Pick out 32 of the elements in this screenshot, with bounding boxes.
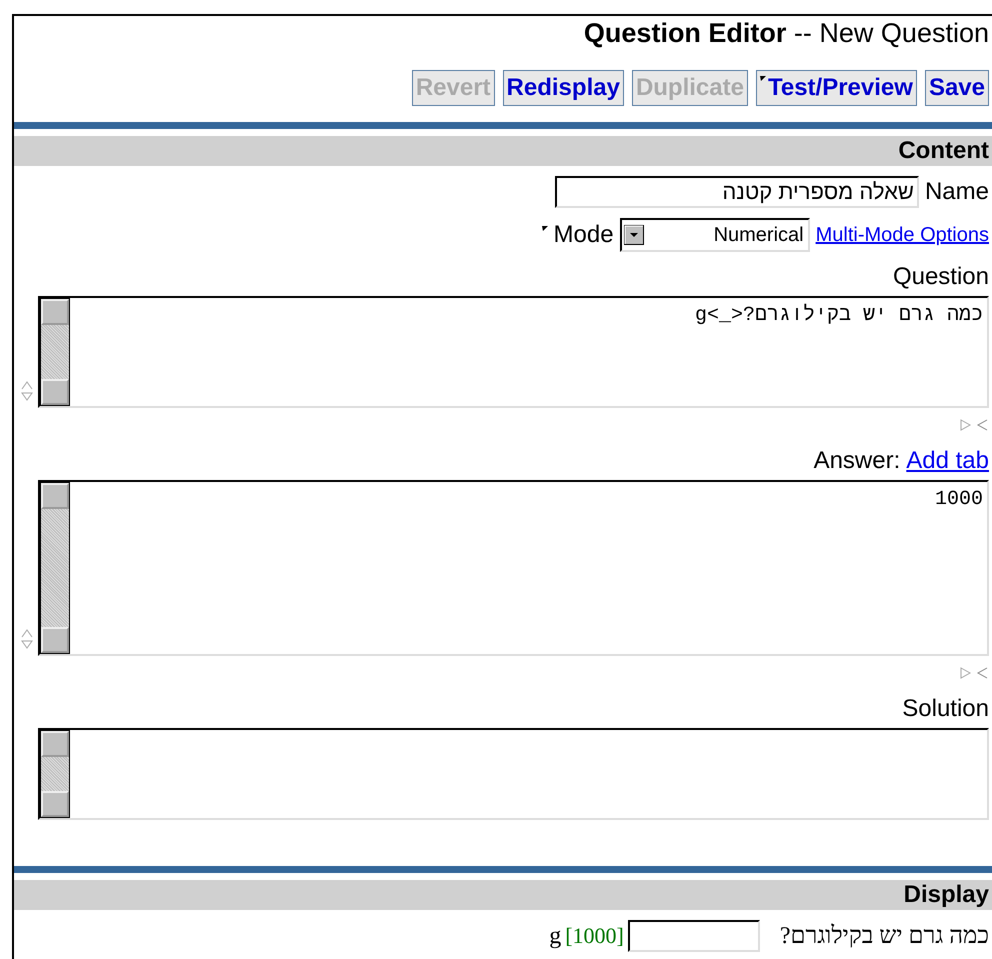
field-label: Solution	[902, 695, 989, 723]
editor-text: 1000	[934, 487, 984, 513]
answer-text: [1000]	[565, 923, 624, 949]
editor-text: כמה גרם יש בקילוגרם?<_>g	[694, 302, 984, 329]
corner-mark-icon	[760, 76, 766, 81]
unit-text: g	[549, 922, 562, 950]
name-field[interactable]: שאלה מספרית קטנה	[554, 176, 919, 208]
scrollbar[interactable]	[40, 730, 70, 818]
mode-dropdown[interactable]: Numerical	[620, 218, 810, 252]
arrows-icon	[959, 666, 989, 680]
corner-mark-icon	[542, 226, 548, 231]
question-text: כמה גרם יש בקילוגרם?	[780, 922, 989, 950]
scrollbar[interactable]	[40, 482, 70, 654]
text-editor[interactable]: 1000	[38, 480, 989, 656]
multi-mode-options-link[interactable]: Multi-Mode Options	[816, 224, 989, 246]
field-label: Answer:	[814, 447, 900, 475]
field-label: Question	[892, 263, 989, 291]
scrollbar[interactable]	[40, 298, 70, 406]
text-editor[interactable]: כמה גרם יש בקילוגרם?<_>g	[38, 296, 989, 408]
dropdown-arrow-icon	[624, 225, 644, 245]
section-header: Content	[14, 136, 992, 166]
text-editor[interactable]	[38, 728, 989, 820]
page-title: Question Editor -- New Question	[582, 17, 989, 50]
answer-field[interactable]	[628, 920, 760, 952]
toolbar-button[interactable]: Test/Preview	[756, 70, 917, 106]
add-tab-link[interactable]: Add tab	[906, 447, 989, 475]
toolbar-button[interactable]: Save	[924, 70, 989, 106]
field-label: Name	[924, 178, 989, 206]
section-header: Display	[14, 880, 992, 910]
toolbar-button[interactable]: Redisplay	[502, 70, 624, 106]
field-label: Mode	[554, 221, 614, 249]
arrows-icon	[959, 418, 989, 432]
